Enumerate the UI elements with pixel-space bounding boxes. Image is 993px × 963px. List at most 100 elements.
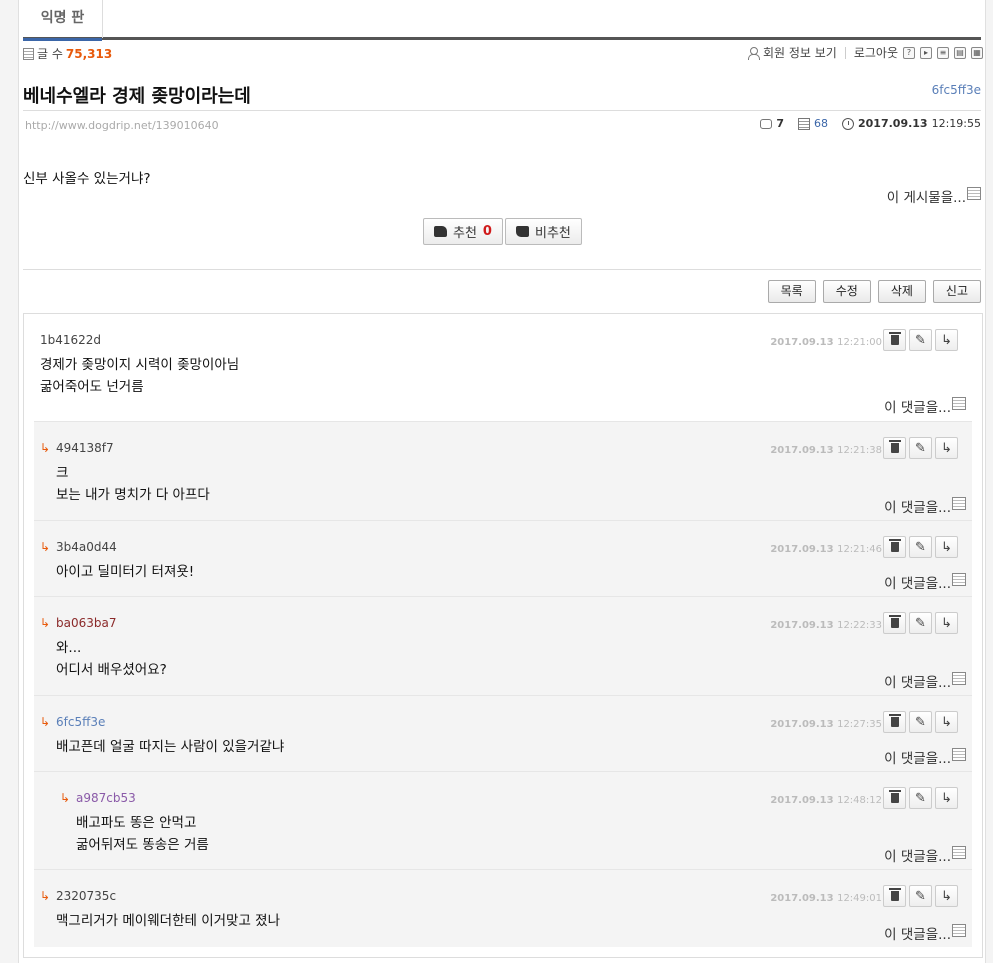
document-icon [967,186,981,200]
pencil-icon: ✎ [915,539,926,555]
trash-icon [888,714,901,727]
reply-comment-button[interactable]: ↳ [935,711,958,733]
post-url[interactable]: http://www.dogdrip.net/139010640 [25,119,219,132]
delete-comment-button[interactable] [883,329,906,351]
comment-body: 경제가 좆망이지 시력이 좆망이아님 굶어죽어도 넌거름 [40,354,239,398]
reply-comment: ↳ ba063ba7 2017.09.13 12:22:33 ✎ ↳ 와... 어디서 배우… [34,596,972,695]
delete-comment-button[interactable] [883,612,906,634]
comment-author[interactable]: a987cb53 [76,791,136,805]
document-icon [952,396,966,410]
list-button[interactable]: 목록 [767,280,816,303]
reply-arrow-icon: ↳ [60,791,71,805]
delete-comment-button[interactable] [883,536,906,558]
comment-date: 2017.09.13 [770,544,834,555]
edit-comment-button[interactable]: ✎ [909,329,932,351]
comment-time: 12:27:35 [837,719,882,730]
comment-author[interactable]: 6fc5ff3e [56,715,105,729]
comment-date: 2017.09.13 [770,893,834,904]
reply-icon: ↳ [941,888,952,904]
comment-author[interactable]: 494138f7 [56,441,114,455]
comment-menu[interactable]: 이 댓글을... [884,671,966,691]
reply-comment-button[interactable]: ↳ [935,536,958,558]
edit-comment-button[interactable]: ✎ [909,711,932,733]
comment-line: 배고픈데 얼굴 따지는 사람이 있을거같냐 [56,739,285,755]
comment-menu[interactable]: 이 댓글을... [884,496,966,516]
comment-author[interactable]: ba063ba7 [56,616,116,630]
divider [23,269,981,270]
comment-time: 12:21:00 [837,337,882,348]
view-mode-icon[interactable]: ▸ [920,46,932,59]
recommend-label: 추천 [453,226,477,241]
comment-menu-label[interactable]: 이 댓글을... [884,923,951,943]
comment-line: 배고파도 똥은 안먹고 [76,815,197,831]
comment-menu-label[interactable]: 이 댓글을... [884,671,951,691]
recommend-button[interactable]: 추천 0 [423,218,503,245]
comment-menu[interactable]: 이 댓글을... [884,747,966,767]
tab-anonymous-board[interactable]: 익명 판 [23,0,103,41]
comment-menu-label[interactable]: 이 댓글을... [884,496,951,516]
comment-menu-label[interactable]: 이 댓글을... [884,396,951,416]
edit-comment-button[interactable]: ✎ [909,437,932,459]
comment-tools: ✎ ↳ [883,885,958,907]
reply-comment-button[interactable]: ↳ [935,787,958,809]
member-info-link[interactable]: 회원 정보 보기 [763,44,837,61]
list-view-icon[interactable]: ≡ [937,46,949,59]
reply-comment: ↳ 6fc5ff3e 2017.09.13 12:27:35 ✎ ↳ 배고픈데 얼굴 따지… [34,695,972,771]
delete-button[interactable]: 삭제 [877,280,926,303]
edit-comment-button[interactable]: ✎ [909,536,932,558]
delete-comment-button[interactable] [883,885,906,907]
comment-menu-label[interactable]: 이 댓글을... [884,845,951,865]
reply-comment-button[interactable]: ↳ [935,612,958,634]
comment-menu-label[interactable]: 이 댓글을... [884,747,951,767]
reply-comment-button[interactable]: ↳ [935,329,958,351]
reply-icon: ↳ [941,714,952,730]
comment-author[interactable]: 1b41622d [40,333,101,347]
reply-comment: ↳ 494138f7 2017.09.13 12:21:38 ✎ ↳ 크 보는 내가 명치가… [34,421,972,520]
webzine-view-icon[interactable]: ▤ [954,46,966,59]
reply-icon: ↳ [941,790,952,806]
post-menu[interactable]: 이 게시물을... [887,186,981,206]
comment-author[interactable]: 3b4a0d44 [56,540,117,554]
reply-comment-button[interactable]: ↳ [935,437,958,459]
post-count: 글 수 75,313 [23,45,112,62]
comment-line: 맥그리거가 메이웨더한테 이거맞고 졌나 [56,913,281,929]
report-button[interactable]: 신고 [932,280,981,303]
comment-body: 배고파도 똥은 안먹고 굶어뒤져도 똥송은 거름 [76,812,209,856]
reply-comment: ↳ a987cb53 2017.09.13 12:48:12 ✎ ↳ 배고파도 똥은 안먹… [34,771,972,869]
reply-icon: ↳ [941,615,952,631]
comment-timestamp: 2017.09.13 12:22:33 [770,620,882,631]
delete-comment-button[interactable] [883,711,906,733]
comment-author[interactable]: 2320735c [56,889,116,903]
comment-body: 크 보는 내가 명치가 다 아프다 [56,462,210,506]
edit-comment-button[interactable]: ✎ [909,787,932,809]
comment-menu[interactable]: 이 댓글을... [884,396,966,416]
comment-menu[interactable]: 이 댓글을... [884,845,966,865]
edit-comment-button[interactable]: ✎ [909,885,932,907]
comment-icon [760,118,773,129]
comment-body: 배고픈데 얼굴 따지는 사람이 있을거같냐 [56,736,284,758]
comment-date: 2017.09.13 [770,445,834,456]
pencil-icon: ✎ [915,714,926,730]
pencil-icon: ✎ [915,615,926,631]
not-recommend-button[interactable]: 비추천 [505,218,582,245]
comment-date: 2017.09.13 [770,337,834,348]
comment-menu-label[interactable]: 이 댓글을... [884,572,951,592]
comment-menu[interactable]: 이 댓글을... [884,923,966,943]
post-menu-label[interactable]: 이 게시물을... [887,186,966,206]
edit-button[interactable]: 수정 [822,280,871,303]
gallery-view-icon[interactable]: ▦ [971,46,983,59]
edit-comment-button[interactable]: ✎ [909,612,932,634]
reply-comment: ↳ 3b4a0d44 2017.09.13 12:21:46 ✎ ↳ 아이고 딜미터기 터… [34,520,972,596]
comment-line: 크 [56,465,69,481]
logout-link[interactable]: 로그아웃 [854,44,898,61]
comment-date: 2017.09.13 [770,719,834,730]
help-icon[interactable]: ? [903,46,915,59]
comment-menu[interactable]: 이 댓글을... [884,572,966,592]
comment-tools: ✎ ↳ [883,329,958,351]
delete-comment-button[interactable] [883,437,906,459]
post-title[interactable]: 베네수엘라 경제 좆망이라는데 [23,82,251,108]
post-author[interactable]: 6fc5ff3e [932,83,981,97]
delete-comment-button[interactable] [883,787,906,809]
comment-line: 와... [56,640,82,656]
reply-comment-button[interactable]: ↳ [935,885,958,907]
